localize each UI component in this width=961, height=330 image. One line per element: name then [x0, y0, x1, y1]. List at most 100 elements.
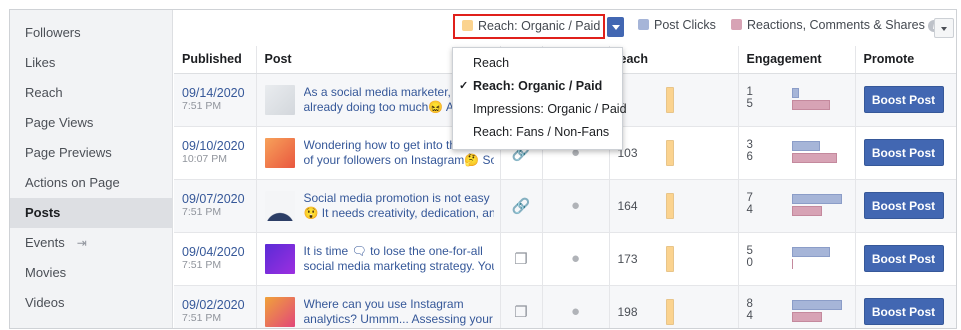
promote-cell: Boost Post [855, 73, 956, 127]
post-cell[interactable]: It is time 🗨 to lose the one-for-all soci… [256, 232, 501, 286]
reach-bar[interactable] [665, 139, 674, 166]
post-text-line1[interactable]: Social media promotion is not easy [304, 191, 494, 206]
post-clicks-bar[interactable] [791, 87, 799, 98]
post-thumbnail[interactable] [264, 190, 295, 221]
reactions-bar[interactable] [791, 205, 822, 216]
options-dropdown-button[interactable] [934, 18, 954, 38]
sidebar-item-videos[interactable]: Videos [10, 288, 172, 318]
reach-bar[interactable] [665, 298, 674, 325]
reach-cell: 198 [609, 285, 739, 328]
post-date[interactable]: 09/07/2020 [182, 192, 256, 206]
post-text-line2[interactable]: 😲 It needs creativity, dedication, an [304, 206, 494, 221]
reach-bar[interactable] [665, 86, 674, 113]
legend-reactions: Reactions, Comments & Sharesi [731, 18, 940, 32]
published-cell: 09/10/2020 10:07 PM [174, 126, 257, 180]
metrics-legend: Reach: Organic / Paid Post Clicks Reacti… [174, 10, 956, 45]
sidebar-item-posts[interactable]: Posts [10, 198, 172, 228]
boost-post-button[interactable]: Boost Post [863, 86, 944, 113]
post-clicks-bar[interactable] [791, 299, 842, 310]
post-date[interactable]: 09/02/2020 [182, 298, 256, 312]
post-clicks-value: 5 [746, 244, 753, 257]
post-cell[interactable]: Social media promotion is not easy 😲 It n… [256, 179, 501, 233]
targeting-cell: ● [542, 179, 610, 233]
sidebar-item-followers[interactable]: Followers [10, 18, 172, 48]
post-thumbnail[interactable] [264, 84, 295, 115]
post-text-line1[interactable]: It is time 🗨 to lose the one-for-all [304, 244, 494, 259]
reach-cell: 103 [609, 126, 739, 180]
reactions-value: 0 [746, 256, 753, 269]
boost-post-button[interactable]: Boost Post [863, 192, 944, 219]
sidebar-item-page-views[interactable]: Page Views [10, 108, 172, 138]
page-insights-frame: Followers Likes Reach Page Views Page Pr… [9, 9, 957, 329]
promote-cell: Boost Post [855, 285, 956, 328]
table-row[interactable]: 09/07/2020 7:51 PM Social media promotion … [174, 179, 956, 233]
sidebar-item-actions-on-page[interactable]: Actions on Page [10, 168, 172, 198]
sidebar-item-label: Actions on Page [25, 175, 120, 190]
engagement-cell: 15 [738, 73, 856, 127]
col-reach[interactable]: each [609, 46, 739, 74]
post-clicks-bar[interactable] [791, 140, 820, 151]
sidebar-item-page-previews[interactable]: Page Previews [10, 138, 172, 168]
metric-selected-label: Reach: Organic / Paid [478, 19, 601, 33]
col-engagement[interactable]: Engagement [738, 46, 856, 74]
engagement-cell: 50 [738, 232, 856, 286]
reactions-value: 4 [746, 309, 753, 322]
post-thumbnail[interactable] [264, 296, 295, 327]
reactions-bar[interactable] [791, 99, 830, 110]
dropdown-option-impressions[interactable]: Impressions: Organic / Paid [453, 98, 627, 121]
post-text-line2[interactable]: analytics? Ummm... Assessing your [304, 312, 494, 327]
reactions-value: 4 [746, 203, 753, 216]
post-thumbnail[interactable] [264, 137, 295, 168]
engagement-values: 36 [747, 139, 753, 163]
post-text-line2[interactable]: social media marketing strategy. You [304, 259, 494, 274]
metric-dropdown-button[interactable] [607, 17, 624, 37]
promote-cell: Boost Post [855, 179, 956, 233]
dropdown-option-fans[interactable]: Reach: Fans / Non-Fans [453, 121, 622, 144]
post-text-line2[interactable]: of your followers on Instagram🤔 So [304, 153, 494, 168]
post-date[interactable]: 09/10/2020 [182, 139, 256, 153]
post-type-cell: ❐ [500, 232, 543, 286]
engagement-cell: 36 [738, 126, 856, 180]
boost-post-button[interactable]: Boost Post [863, 139, 944, 166]
published-cell: 09/04/2020 7:51 PM [174, 232, 257, 286]
post-date[interactable]: 09/14/2020 [182, 86, 256, 100]
post-type-cell: 🔗 [500, 179, 543, 233]
boost-post-button[interactable]: Boost Post [863, 245, 944, 272]
external-link-icon: ⇥ [76, 236, 87, 250]
post-time: 7:51 PM [182, 100, 222, 112]
reach-bar[interactable] [665, 245, 674, 272]
sidebar-item-label: Followers [25, 25, 81, 40]
post-time: 7:51 PM [182, 312, 222, 324]
engagement-values: 84 [747, 298, 753, 322]
col-published[interactable]: Published [174, 46, 257, 74]
post-thumbnail[interactable] [264, 243, 295, 274]
post-clicks-bar[interactable] [791, 246, 830, 257]
table-row[interactable]: 09/02/2020 7:51 PM Where can you use Insta… [174, 285, 956, 328]
metric-selector[interactable]: Reach: Organic / Paid [453, 14, 605, 39]
sidebar-item-events[interactable]: Events ⇥ [10, 228, 172, 258]
engagement-values: 15 [747, 86, 753, 110]
table-row[interactable]: 09/04/2020 7:51 PM It is time 🗨 to lose th… [174, 232, 956, 286]
boost-post-button[interactable]: Boost Post [863, 298, 944, 325]
option-label: Impressions: Organic / Paid [473, 102, 627, 116]
dropdown-option-reach[interactable]: Reach [453, 52, 622, 75]
reactions-bar[interactable] [791, 311, 822, 322]
post-clicks-bar[interactable] [791, 193, 842, 204]
sidebar-item-reach[interactable]: Reach [10, 78, 172, 108]
sidebar-item-movies[interactable]: Movies [10, 258, 172, 288]
post-text-line1[interactable]: Where can you use Instagram [304, 297, 494, 312]
reactions-value: 6 [746, 150, 753, 163]
targeting-cell: ● [542, 232, 610, 286]
dropdown-option-reach-organic-paid[interactable]: ✓ Reach: Organic / Paid [453, 75, 622, 98]
reactions-bar[interactable] [791, 258, 793, 269]
reactions-bar[interactable] [791, 152, 837, 163]
gallery-icon: ❐ [514, 303, 528, 321]
sidebar-item-likes[interactable]: Likes [10, 48, 172, 78]
reach-bar[interactable] [665, 192, 674, 219]
post-cell[interactable]: Where can you use Instagram analytics? Um… [256, 285, 501, 328]
promote-cell: Boost Post [855, 232, 956, 286]
published-cell: 09/07/2020 7:51 PM [174, 179, 257, 233]
post-date[interactable]: 09/04/2020 [182, 245, 256, 259]
sidebar-item-label: Videos [25, 295, 65, 310]
globe-icon: ● [570, 197, 581, 214]
